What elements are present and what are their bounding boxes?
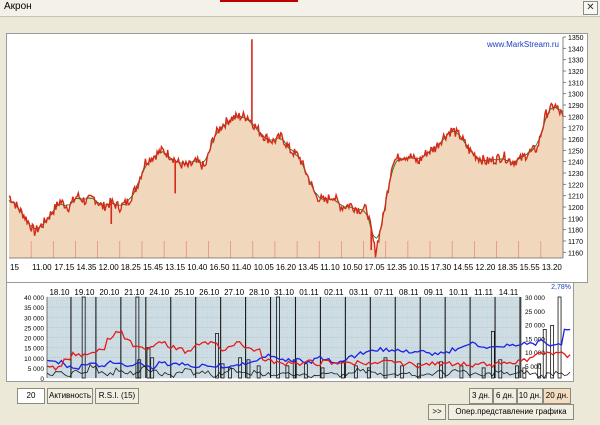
y-tick-label: 1340 [568, 46, 584, 53]
left-axis-label: 30 000 [24, 315, 44, 322]
date-label: 31.10 [274, 288, 295, 297]
activity-chart: 2,78% 18.10 19.10 20.10 21.10 24.10 25.10 26.10… [24, 284, 571, 381]
x-tick-label: 17.30 [431, 263, 452, 272]
y-tick-label: 1250 [568, 148, 584, 155]
x-tick-label: 17.15 [54, 263, 75, 272]
x-tick-label: 15.45 [143, 263, 164, 272]
date-label: 26.10 [199, 288, 220, 297]
y-tick-label: 1220 [568, 182, 584, 189]
right-axis-label: 20 000 [525, 323, 545, 330]
x-tick-label: 15.55 [520, 263, 541, 272]
left-axis-label: 15 000 [24, 346, 44, 353]
left-axis-label: 0 [40, 376, 44, 381]
x-tick-label: 13.45 [298, 263, 319, 272]
x-tick-label: 13.20 [542, 263, 563, 272]
y-tick-label: 1280 [568, 114, 584, 121]
y-tick-label: 1200 [568, 205, 584, 212]
x-tick-label: 11.10 [320, 263, 340, 272]
x-tick-label: 13.15 [165, 263, 186, 272]
x-tick-label: 10.40 [187, 263, 208, 272]
period-input[interactable]: 20 [17, 388, 45, 404]
y-tick-label: 1300 [568, 92, 584, 99]
x-tick-label: 12.20 [475, 263, 496, 272]
left-axis-label: 5 000 [28, 366, 45, 373]
x-tick-label: 11.00 [32, 263, 52, 272]
percent-label: 2,78% [551, 284, 571, 291]
y-tick-label: 1240 [568, 160, 584, 167]
range-10d-button[interactable]: 10 дн. [517, 388, 543, 404]
y-tick-label: 1160 [568, 250, 583, 257]
right-axis-label: 25 000 [525, 309, 545, 316]
date-label: 14.11 [499, 288, 519, 297]
left-axis-label: 20 000 [24, 336, 44, 343]
y-tick-label: 1290 [568, 103, 584, 110]
date-label: 24.10 [149, 288, 170, 297]
y-tick-label: 1210 [568, 194, 584, 201]
range-6d-button[interactable]: 6 дн. [493, 388, 517, 404]
y-tick-label: 1260 [568, 137, 584, 144]
x-tick-label: 18.35 [498, 263, 519, 272]
date-label: 27.10 [224, 288, 245, 297]
date-label: 21.10 [124, 288, 145, 297]
price-chart: 1350 1340 1330 1320 1310 1300 1290 1280 1270 1260… [8, 35, 584, 272]
left-axis-label: 25 000 [24, 325, 44, 332]
x-tick-label: 16.50 [209, 263, 230, 272]
range-20d-button[interactable]: 20 дн. [543, 388, 571, 404]
right-axis-label: 5 000 [525, 364, 542, 371]
price-chart-frame[interactable]: 1350 1340 1330 1320 1310 1300 1290 1280 1270 1260… [6, 33, 588, 283]
window-titlebar: Акрон ✕ [0, 0, 600, 17]
x-tick-label: 10.15 [409, 263, 430, 272]
y-tick-label: 1320 [568, 69, 584, 76]
y-tick-label: 1170 [568, 239, 583, 246]
x-tick-label: 12.00 [99, 263, 120, 272]
date-label: 02.11 [324, 288, 344, 297]
x-tick-label: 11.40 [232, 263, 252, 272]
window-title: Акрон [4, 1, 32, 12]
activity-bar [550, 324, 555, 379]
x-tick-label: 14.35 [76, 263, 97, 272]
x-tick-label: 15 [10, 263, 19, 272]
top-accent-line [220, 0, 298, 2]
oper-view-button[interactable]: Опер.представление графика [448, 404, 574, 420]
date-label: 28.10 [249, 288, 270, 297]
date-label: 20.10 [99, 288, 120, 297]
activity-chart-frame[interactable]: 2,78% 18.10 19.10 20.10 21.10 24.10 25.10 26.10… [6, 282, 574, 382]
y-tick-label: 1350 [568, 35, 584, 42]
date-label: 18.10 [49, 288, 70, 297]
y-tick-label: 1270 [568, 126, 584, 133]
activity-bar [557, 296, 562, 379]
range-3d-button[interactable]: 3 дн. [469, 388, 493, 404]
y-tick-label: 1180 [568, 228, 583, 235]
y-tick-label: 1230 [568, 171, 584, 178]
price-area [9, 103, 563, 258]
left-axis-label: 10 000 [24, 356, 44, 363]
x-tick-label: 10.05 [254, 263, 275, 272]
activity-button[interactable]: Активность [47, 388, 93, 404]
right-axis-label: 30 000 [525, 295, 545, 302]
date-label: 11.11 [474, 288, 493, 297]
x-tick-label: 12.35 [387, 263, 408, 272]
x-tick-label: 16.20 [276, 263, 297, 272]
y-tick-label: 1330 [568, 58, 584, 65]
x-tick-label: 14.55 [453, 263, 474, 272]
watermark-text: www.MarkStream.ru [486, 40, 559, 49]
x-tick-label: 10.50 [342, 263, 363, 272]
date-label: 19.10 [74, 288, 95, 297]
date-label: 25.10 [174, 288, 195, 297]
close-button[interactable]: ✕ [583, 1, 598, 15]
date-label: 03.11 [349, 288, 369, 297]
left-axis-label: 35 000 [24, 305, 44, 312]
y-tick-label: 1190 [568, 216, 583, 223]
rsi-button[interactable]: R.S.I. (15) [95, 388, 139, 404]
left-axis-label: 40 000 [24, 295, 44, 302]
next-button[interactable]: >> [428, 404, 446, 420]
date-label: 07.11 [374, 288, 394, 297]
date-label: 08.11 [399, 288, 419, 297]
y-tick-label: 1310 [568, 80, 584, 87]
date-label: 10.11 [449, 288, 469, 297]
x-tick-label: 18.25 [121, 263, 142, 272]
date-label: 09.11 [424, 288, 444, 297]
x-tick-label: 17.05 [365, 263, 386, 272]
date-label: 01.11 [299, 288, 319, 297]
